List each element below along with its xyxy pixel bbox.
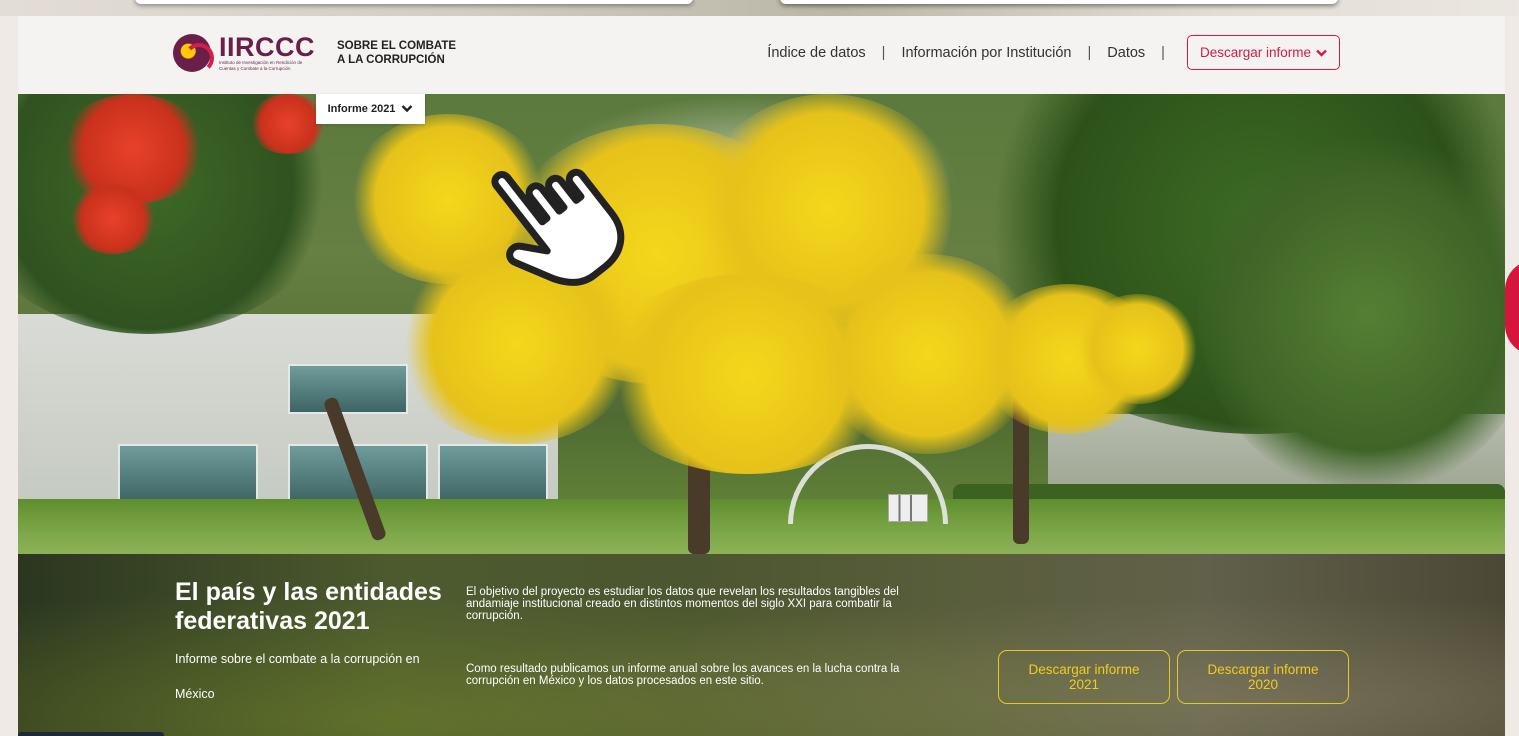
site-frame: IIRCCC Instituto de Investigación en Ren… (18, 16, 1505, 736)
nav-item-indice-datos[interactable]: Índice de datos (767, 45, 865, 61)
hero-image (18, 94, 1505, 554)
download-report-dropdown[interactable]: Descargar informe (1186, 35, 1340, 70)
page-title: El país y las entidades federativas 2021 (175, 578, 442, 635)
report-year-selector[interactable]: Informe 2021 (316, 94, 425, 124)
download-report-label: Descargar informe (1199, 45, 1311, 60)
bottom-left-tab (18, 732, 164, 736)
logo-emblem-icon (173, 34, 214, 73)
side-edge-tab[interactable] (1505, 260, 1519, 355)
lawn (18, 499, 1505, 554)
download-report-2020-button[interactable]: Descargar informe 2020 (1177, 650, 1349, 704)
report-year-label: Informe 2021 (327, 103, 396, 115)
page-subtitle: Informe sobre el combate a la corrupción… (175, 652, 420, 701)
site-header: IIRCCC Instituto de Investigación en Ren… (18, 16, 1505, 94)
site-logo[interactable]: IIRCCC Instituto de Investigación en Ren… (173, 32, 487, 73)
hero-info-band: El país y las entidades federativas 2021… (18, 554, 1505, 736)
overlay-panel-left (135, 0, 693, 4)
nav-separator: | (1161, 44, 1165, 61)
project-objective-text: El objetivo del proyecto es estudiar los… (466, 586, 899, 622)
nav-separator: | (881, 44, 886, 61)
overlay-panel-right (780, 0, 1338, 4)
nav-item-informacion-institucion[interactable]: Información por Institución (901, 45, 1071, 61)
project-result-text: Como resultado publicamos un informe anu… (466, 663, 900, 687)
download-report-2021-button[interactable]: Descargar informe 2021 (998, 650, 1170, 704)
nav-separator: | (1087, 44, 1092, 61)
site-tagline: SOBRE EL COMBATE A LA CORRUPCIÓN (337, 40, 457, 66)
chevron-down-icon (1316, 45, 1327, 60)
chevron-down-icon (401, 102, 413, 116)
logo-subtitle: Instituto de Investigación en Rendición … (219, 60, 303, 71)
main-nav: Índice de datos | Información por Instit… (767, 35, 1340, 70)
logo-wordmark: IIRCCC (219, 32, 315, 62)
hand-pointer-icon (458, 108, 668, 288)
nav-item-datos[interactable]: Datos (1107, 45, 1145, 61)
